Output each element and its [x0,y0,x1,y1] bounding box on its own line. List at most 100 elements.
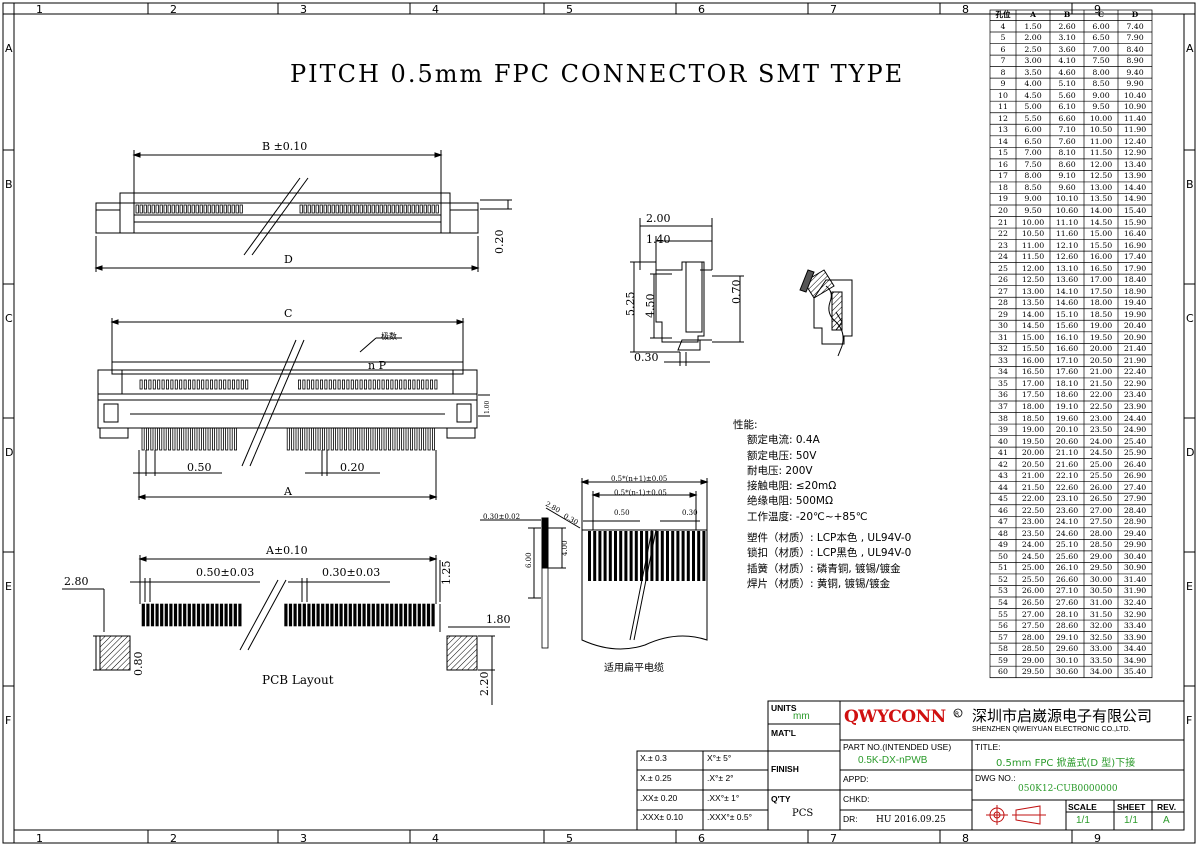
table-cell: 30.60 [1055,667,1079,677]
table-cell: 28.90 [1123,517,1147,527]
pitch-label: n P [368,359,386,372]
logo-text: QWYCONN [844,707,946,727]
col-label-bottom: 5 [566,832,573,845]
table-cell: 19.60 [1055,413,1079,423]
table-cell: 8.60 [1058,159,1076,169]
side-dim-525: 5.25 [624,291,637,317]
table-cell: 27.00 [1021,609,1045,619]
table-header-cell: C [1098,10,1104,19]
table-cell: 32.40 [1123,598,1147,607]
tolerance-cell: .XXX± 0.10 [640,812,683,822]
table-cell: 27.90 [1123,494,1147,504]
row-label-left: D [5,446,13,459]
table-cell: 4.00 [1024,79,1042,89]
spec-heading: 性能: [733,419,758,431]
table-cell: 17.00 [1021,378,1045,388]
table-cell: 5.10 [1058,79,1076,89]
table-cell: 20 [998,205,1008,215]
pcb-caption: PCB Layout [262,673,334,687]
table-cell: 13.50 [1089,194,1113,204]
col-label-top: 4 [432,3,439,16]
table-cell: 10.10 [1055,194,1079,204]
tolerance-cell: X°± 5° [707,753,732,763]
table-cell: 21.90 [1123,355,1147,365]
table-cell: 30 [998,321,1008,331]
dim-020-label: 0.20 [493,229,506,255]
row-label-right: B [1186,178,1194,191]
projection-symbol-icon [986,805,1046,825]
top-view [94,150,512,272]
side-dim-450: 4.50 [644,293,657,319]
table-cell: 13.00 [1089,182,1113,192]
table-cell: 11.40 [1123,113,1147,123]
table-cell: 24.10 [1055,517,1079,527]
table-cell: 13.50 [1021,298,1045,308]
table-cell: 5.00 [1024,102,1042,112]
table-cell: 32 [998,344,1008,354]
table-cell: 33.40 [1123,621,1147,631]
table-cell: 31.90 [1123,586,1147,596]
table-cell: 17.40 [1123,252,1147,262]
table-cell: 8.00 [1024,171,1042,181]
pcb-dim-pitch: 0.50±0.03 [196,566,255,579]
table-cell: 30.50 [1089,586,1113,596]
side-dim-070: 0.70 [730,279,743,305]
table-cell: 16.50 [1089,263,1113,273]
spec-material-2: 锁扣（材质）: LCP黑色 , UL94V-0 [747,547,912,560]
table-cell: 19.90 [1123,309,1147,319]
table-cell: 14.90 [1123,194,1147,204]
table-header-cell: B [1063,10,1071,19]
table-cell: 18.50 [1021,413,1045,423]
table-cell: 7.00 [1024,148,1042,158]
table-cell: 11.90 [1123,125,1147,135]
table-cell: 9.50 [1024,205,1042,215]
spec-electrical-3: 耐电压: 200V [747,464,813,477]
table-cell: 7.50 [1092,56,1110,66]
table-cell: 18 [998,182,1008,192]
company-cn: 深圳市启崴源电子有限公司 [972,707,1153,725]
pcb-dim-125: 1.25 [440,560,453,586]
table-cell: 11.00 [1021,240,1045,250]
col-label-top: 2 [170,3,177,16]
fpc-dim-400: 4.00 [561,540,569,556]
row-label-left: F [5,714,11,727]
part-no-label: PART NO.(INTENDED USE) [843,742,952,752]
table-cell: 31.50 [1089,609,1113,619]
pin-count-label: 极数 [381,332,397,341]
col-label-bottom: 3 [300,832,307,845]
tolerance-cell: X.± 0.3 [640,753,667,763]
dim-d-label: D [284,253,293,266]
spec-material-1: 塑件（材质）: LCP本色 , UL94V-0 [747,532,912,545]
table-cell: 9.90 [1126,79,1144,89]
table-cell: 21.10 [1055,448,1079,458]
table-cell: 20.00 [1021,448,1045,458]
table-cell: 8.50 [1092,79,1110,89]
table-header-cell: A [1030,10,1036,19]
table-cell: 24.00 [1021,540,1045,550]
table-cell: 9.00 [1024,194,1042,204]
spec-electrical-4: 接触电阻: ≤20mΩ [747,480,837,493]
table-cell: 10.00 [1089,113,1113,123]
table-cell: 25.10 [1055,540,1079,550]
dim-b-label: B ±0.10 [262,140,308,153]
pcb-dim-280: 2.80 [64,575,89,588]
table-cell: 14.00 [1089,205,1113,215]
row-label-right: E [1186,580,1193,593]
chkd-label: CHKD: [843,794,870,804]
table-cell: 23 [998,240,1008,250]
matl-label: MAT'L [771,728,796,738]
table-cell: 23.50 [1021,528,1045,538]
table-cell: 20.60 [1055,436,1079,446]
table-cell: 15.50 [1089,240,1113,250]
fpc-caption: 适用扁平电缆 [604,663,664,674]
pcb-dim-a: A±0.10 [266,544,308,557]
table-cell: 5.60 [1058,90,1076,100]
table-cell: 23.00 [1021,517,1045,527]
table-cell: 59 [998,655,1008,665]
table-cell: 1.50 [1024,21,1042,31]
table-cell: 24.60 [1055,528,1079,538]
table-cell: 32.50 [1089,632,1113,642]
table-cell: 16.90 [1123,240,1147,250]
table-cell: 23.50 [1089,425,1113,435]
dr-value: HU 2016.09.25 [876,815,946,825]
